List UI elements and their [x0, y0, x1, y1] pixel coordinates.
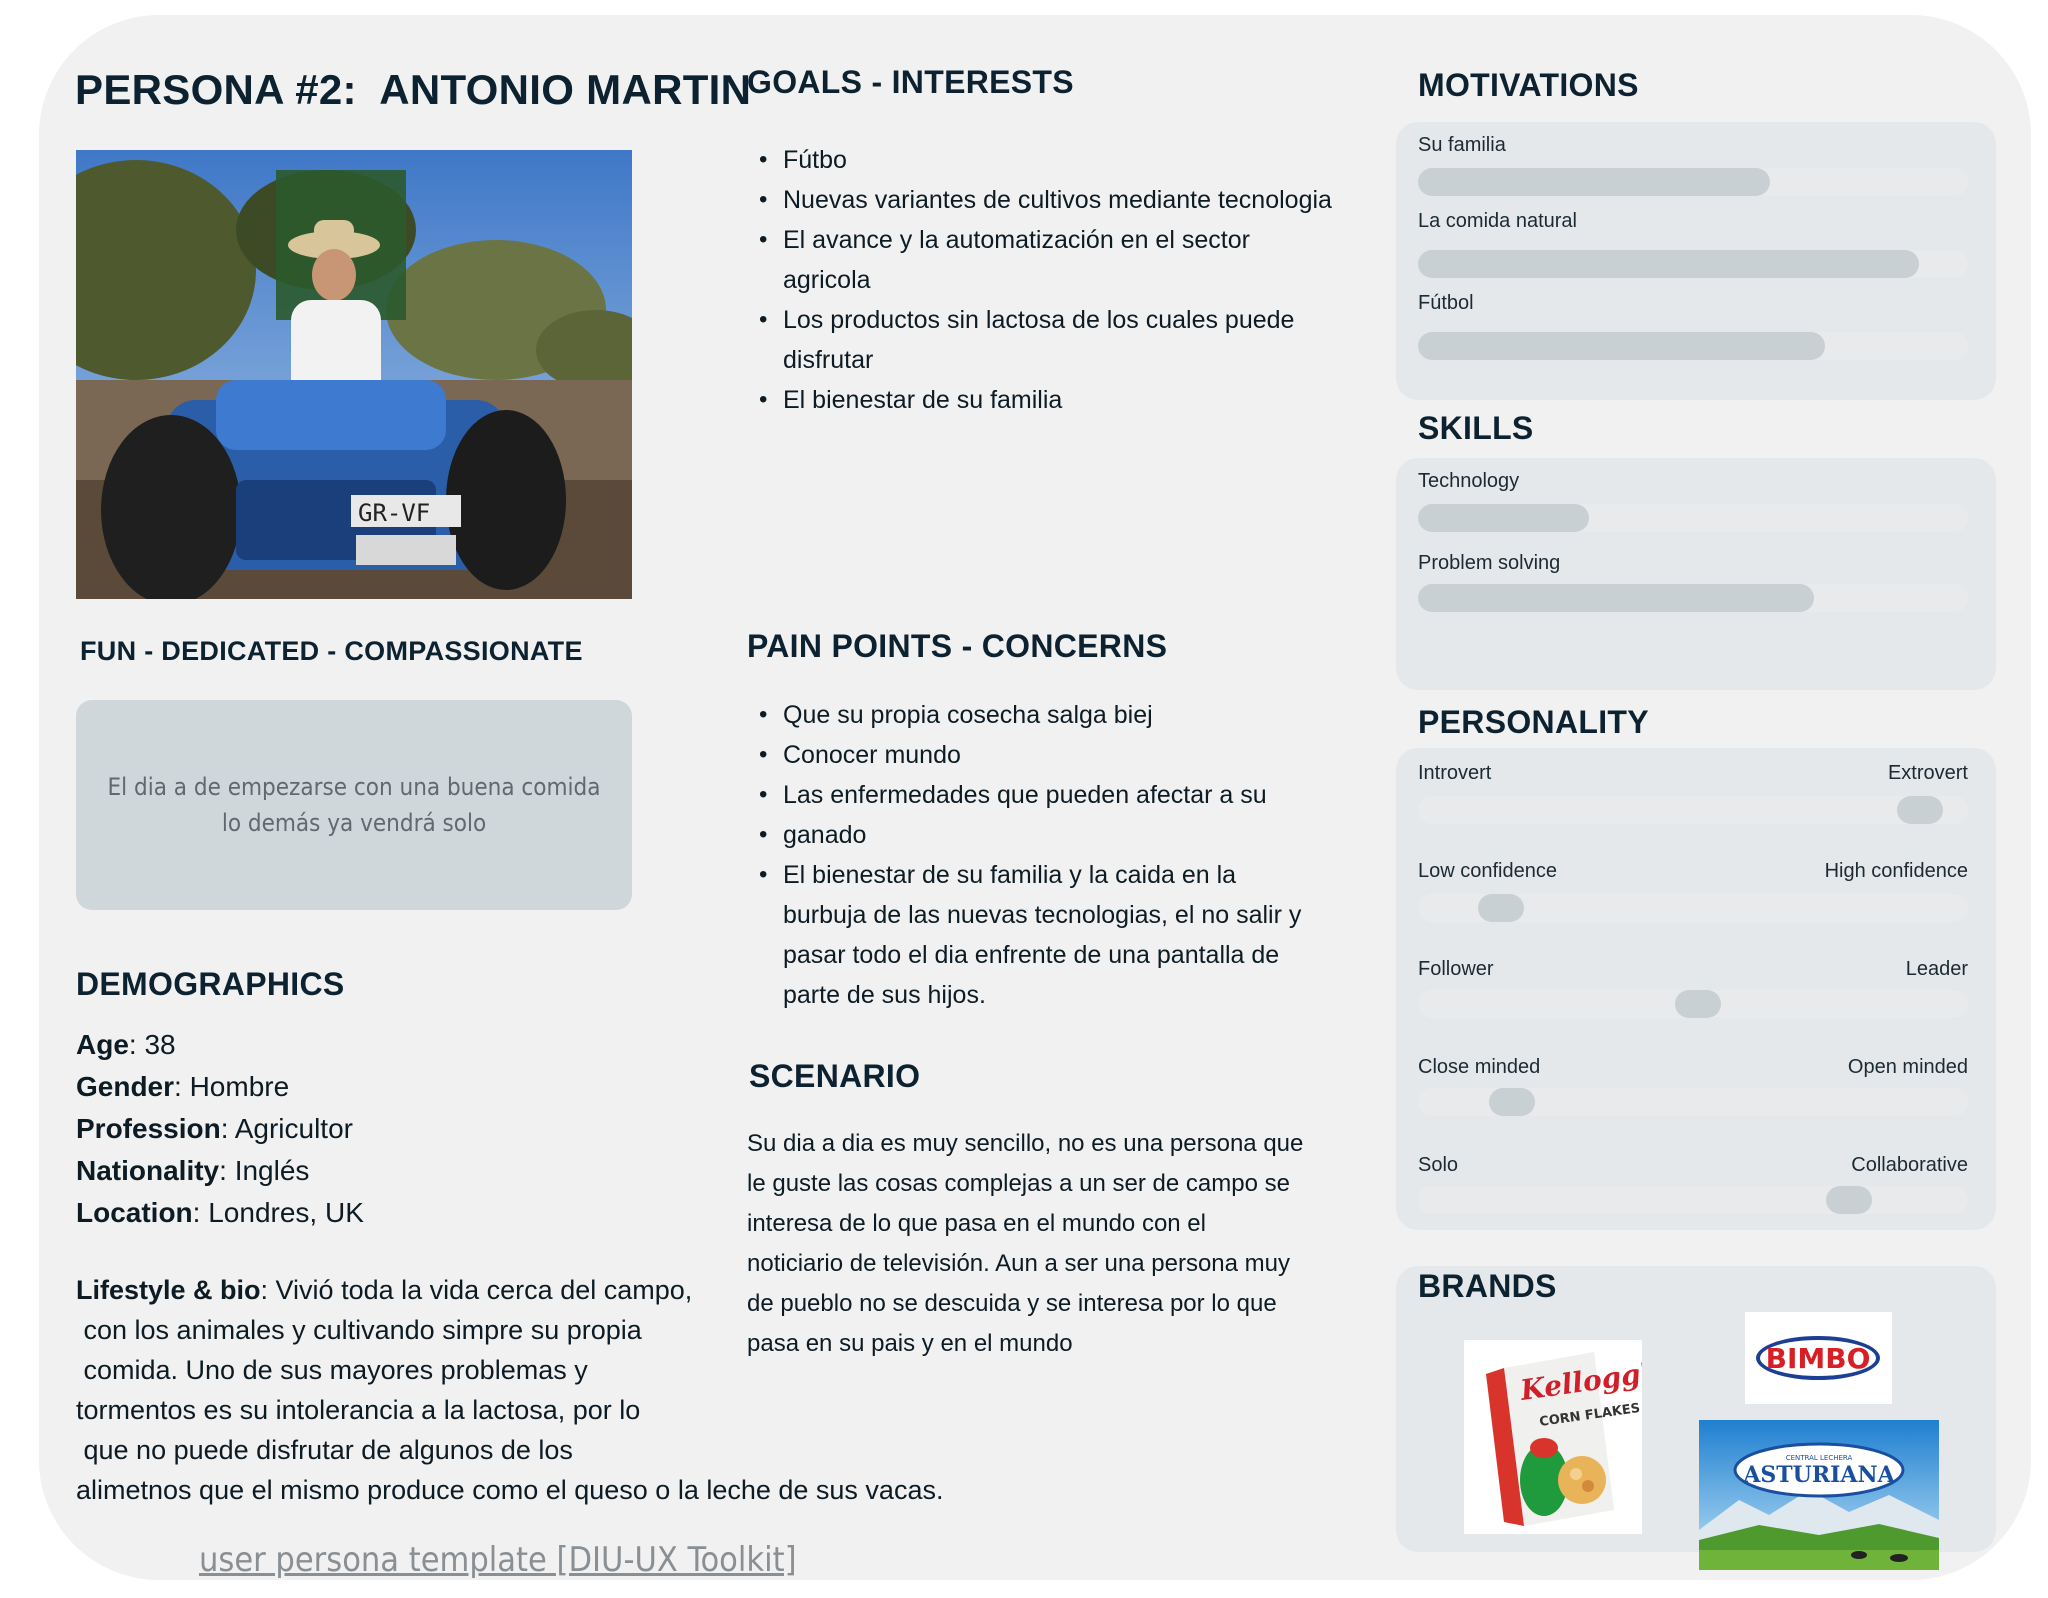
list-item: Los productos sin lactosa de los cuales …: [747, 300, 1327, 380]
personality-slider: [1418, 796, 1968, 824]
svg-text:ASTURIANA: ASTURIANA: [1742, 1462, 1895, 1488]
persona-traits: FUN - DEDICATED - COMPASSIONATE: [80, 636, 583, 666]
list-item: Conocer mundo: [747, 735, 1327, 775]
demographics-heading: DEMOGRAPHICS: [76, 966, 345, 1002]
template-credit-link[interactable]: user persona template [DIU-UX Toolkit]: [199, 1540, 797, 1580]
personality-left-label: Low confidence: [1418, 860, 1557, 882]
motivations-panel: Su familia La comida natural Fútbol: [1396, 122, 1996, 400]
list-item: Las enfermedades que pueden afectar a su: [747, 775, 1327, 815]
skill-bar: [1418, 504, 1968, 532]
scenario-heading: SCENARIO: [749, 1058, 921, 1094]
motivation-label: La comida natural: [1418, 210, 1577, 232]
scenario-text: Su dia a dia es muy sencillo, no es una …: [747, 1130, 1304, 1357]
motivation-bar-fill: [1418, 332, 1825, 360]
goals-list: Fútbo Nuevas variantes de cultivos media…: [747, 140, 1367, 420]
brands-heading: BRANDS: [1418, 1268, 1557, 1304]
motivation-label: Su familia: [1418, 134, 1506, 156]
persona-photo: GR-VF: [76, 150, 632, 599]
persona-quote-text: El dia a de empezarse con una buena comi…: [107, 773, 601, 837]
list-item: El bienestar de su familia y la caida en…: [747, 855, 1307, 1015]
personality-slider-knob: [1826, 1186, 1873, 1214]
persona-quote: El dia a de empezarse con una buena comi…: [76, 700, 632, 910]
list-item: El avance y la automatización en el sect…: [747, 220, 1287, 300]
skill-bar-fill: [1418, 584, 1814, 612]
personality-right-label: Collaborative: [1851, 1154, 1968, 1176]
personality-right-label: Extrovert: [1887, 762, 1968, 784]
goals-heading: GOALS - INTERESTS: [747, 64, 1074, 100]
personality-slider-knob: [1478, 894, 1525, 922]
svg-text:BIMBO: BIMBO: [1766, 1342, 1871, 1375]
demographics-gender: Gender: Hombre: [76, 1071, 290, 1102]
asturiana-logo: CENTRAL LECHERA ASTURIANA: [1699, 1420, 1939, 1570]
motivation-bar: [1418, 168, 1968, 196]
skill-label: Technology: [1418, 470, 1520, 492]
personality-slider-knob: [1675, 990, 1722, 1018]
personality-slider: [1418, 990, 1968, 1018]
demographics-list: Age: 38 Gender: Hombre Profession: Agric…: [76, 1024, 364, 1234]
kelloggs-logo: Kellogg's CORN FLAKES: [1464, 1340, 1642, 1534]
personality-slider: [1418, 1186, 1968, 1214]
personality-right-label: Leader: [1905, 958, 1968, 980]
personality-left-label: Follower: [1418, 958, 1494, 980]
list-item: Nuevas variantes de cultivos mediante te…: [747, 180, 1367, 220]
skill-bar-fill: [1418, 504, 1589, 532]
personality-left-label: Close minded: [1418, 1056, 1541, 1078]
skills-panel: Technology Problem solving: [1396, 458, 1996, 690]
pain-points-list: Que su propia cosecha salga biej Conocer…: [747, 695, 1327, 1015]
svg-text:CENTRAL LECHERA: CENTRAL LECHERA: [1786, 1454, 1853, 1462]
list-item: ganado: [747, 815, 1327, 855]
motivation-bar-fill: [1418, 250, 1919, 278]
list-item: Fútbo: [747, 140, 1367, 180]
personality-left-label: Introvert: [1418, 762, 1492, 784]
list-item: El bienestar de su familia: [747, 380, 1367, 420]
pain-points-heading: PAIN POINTS - CONCERNS: [747, 628, 1168, 664]
personality-slider: [1418, 894, 1968, 922]
motivation-bar: [1418, 250, 1968, 278]
motivation-label: Fútbol: [1418, 292, 1474, 314]
lifestyle-bio-label: Lifestyle & bio: [76, 1275, 261, 1305]
list-item: Que su propia cosecha salga biej: [747, 695, 1327, 735]
bimbo-logo: BIMBO: [1745, 1312, 1892, 1404]
demographics-nationality: Nationality: Inglés: [76, 1155, 310, 1186]
demographics-profession: Profession: Agricultor: [76, 1113, 353, 1144]
personality-slider-knob: [1896, 796, 1943, 824]
motivations-heading: MOTIVATIONS: [1418, 67, 1639, 103]
personality-heading: PERSONALITY: [1418, 704, 1649, 740]
skill-label: Problem solving: [1418, 552, 1561, 574]
persona-title: PERSONA #2: ANTONIO MARTIN: [75, 66, 752, 113]
personality-right-label: High confidence: [1824, 860, 1968, 882]
motivation-bar-fill: [1418, 168, 1770, 196]
personality-right-label: Open minded: [1847, 1056, 1968, 1078]
motivation-bar: [1418, 332, 1968, 360]
skills-heading: SKILLS: [1418, 410, 1534, 446]
personality-slider: [1418, 1088, 1968, 1116]
personality-slider-knob: [1488, 1088, 1535, 1116]
svg-text:GR-VF: GR-VF: [358, 499, 430, 527]
personality-left-label: Solo: [1418, 1154, 1459, 1176]
demographics-location: Location: Londres, UK: [76, 1197, 364, 1228]
personality-panel: Introvert Extrovert Low confidence High …: [1396, 748, 1996, 1230]
skill-bar: [1418, 584, 1968, 612]
demographics-age: Age: 38: [76, 1029, 176, 1060]
